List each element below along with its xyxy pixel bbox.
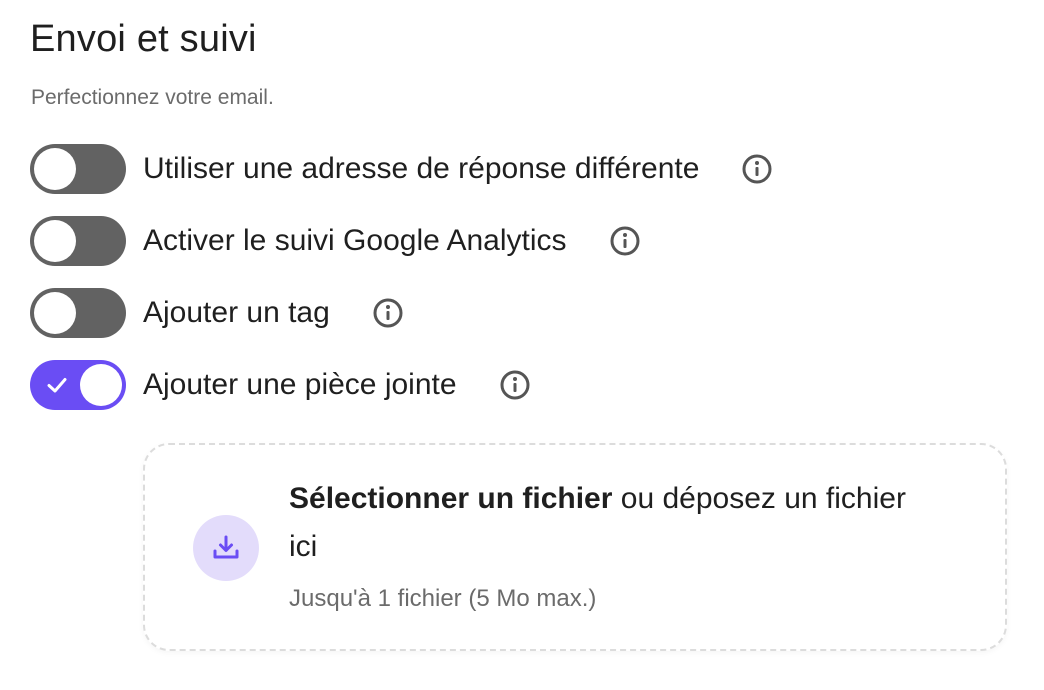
upload-icon-badge [193, 515, 259, 581]
info-icon[interactable] [499, 369, 531, 401]
section-title: Envoi et suivi [30, 18, 257, 60]
google-analytics-toggle[interactable] [30, 216, 126, 266]
reply-address-label: Utiliser une adresse de réponse différen… [143, 152, 700, 185]
google-analytics-label: Activer le suivi Google Analytics [143, 224, 567, 257]
toggle-row-google-analytics: Activer le suivi Google Analytics [30, 216, 641, 266]
reply-address-toggle[interactable] [30, 144, 126, 194]
attachment-toggle[interactable] [30, 360, 126, 410]
add-tag-label: Ajouter un tag [143, 296, 330, 329]
upload-limit-hint: Jusqu'à 1 fichier (5 Mo max.) [289, 585, 597, 612]
toggle-knob [34, 220, 76, 262]
info-icon[interactable] [372, 297, 404, 329]
upload-instructions: Sélectionner un fichier ou déposez un fi… [289, 475, 929, 571]
toggle-row-attachment: Ajouter une pièce jointe [30, 360, 531, 410]
add-tag-toggle[interactable] [30, 288, 126, 338]
toggle-row-add-tag: Ajouter un tag [30, 288, 404, 338]
file-dropzone[interactable]: Sélectionner un fichier ou déposez un fi… [143, 443, 1007, 651]
download-tray-icon [213, 535, 239, 559]
info-icon[interactable] [741, 153, 773, 185]
toggle-knob [34, 148, 76, 190]
info-icon[interactable] [609, 225, 641, 257]
check-icon [47, 378, 67, 393]
select-file-link[interactable]: Sélectionner un fichier [289, 482, 612, 515]
toggle-knob [34, 292, 76, 334]
section-subtitle: Perfectionnez votre email. [31, 86, 274, 109]
toggle-row-reply-address: Utiliser une adresse de réponse différen… [30, 144, 773, 194]
toggle-knob [80, 364, 122, 406]
attachment-label: Ajouter une pièce jointe [143, 368, 457, 401]
